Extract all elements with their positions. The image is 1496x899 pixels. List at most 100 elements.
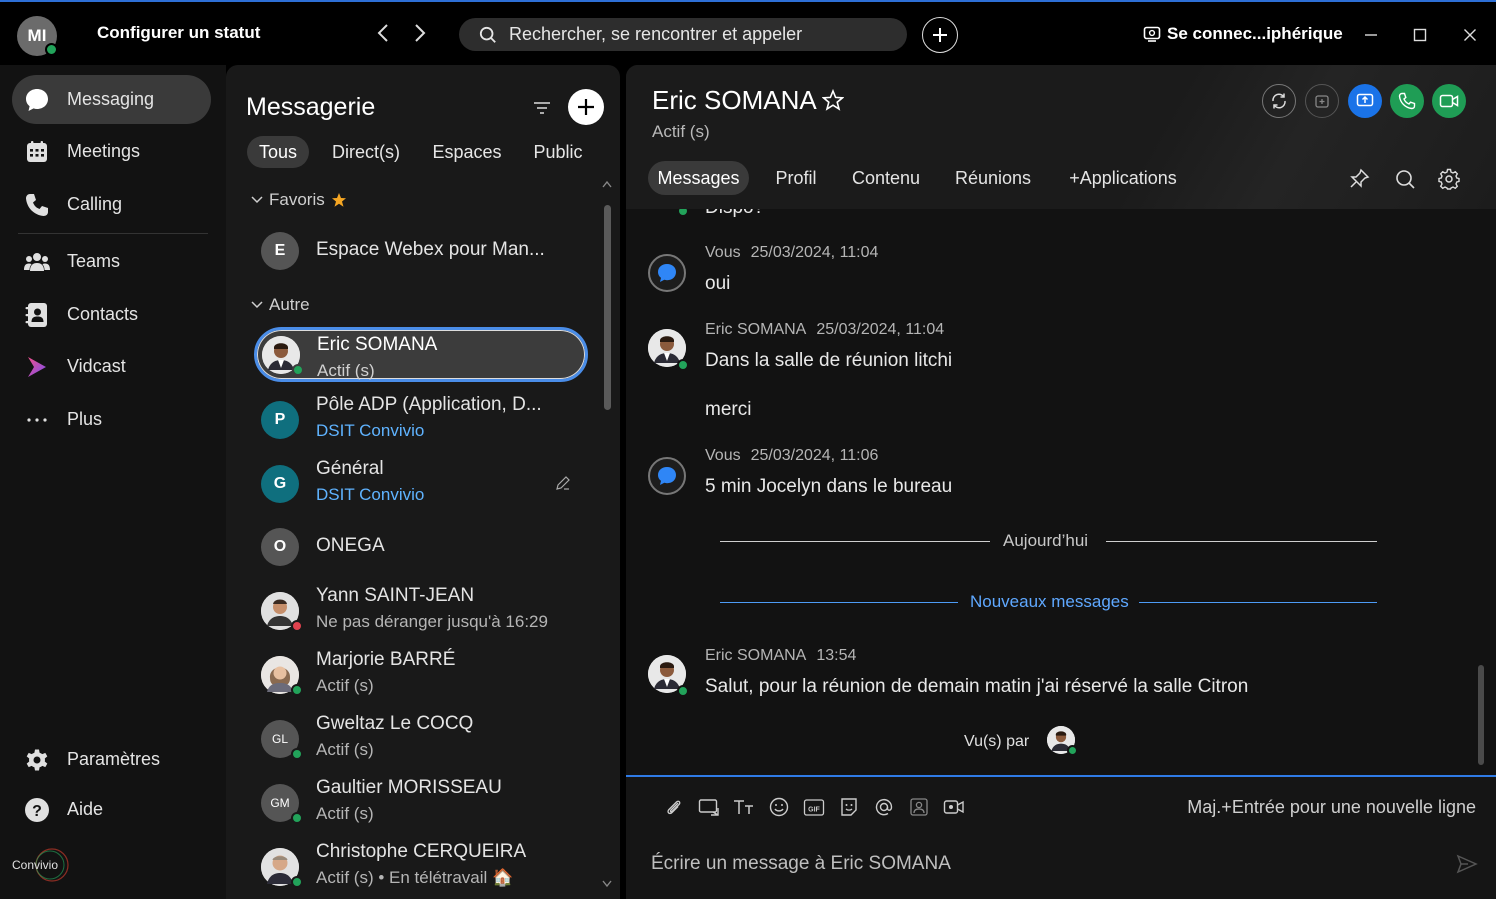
- sticker-button[interactable]: [837, 795, 861, 819]
- new-conversation-button[interactable]: [568, 89, 604, 125]
- message-text[interactable]: Salut, pour la réunion de demain matin j…: [705, 676, 1248, 698]
- set-status-link[interactable]: Configurer un statut: [97, 23, 260, 43]
- list-item[interactable]: O ONEGA: [253, 518, 589, 576]
- list-item[interactable]: P Pôle ADP (Application, D... DSIT Convi…: [253, 391, 589, 449]
- tab-messages[interactable]: Messages: [648, 161, 749, 195]
- back-button[interactable]: [371, 20, 395, 46]
- message-text[interactable]: merci: [705, 399, 751, 421]
- item-name: Marjorie BARRÉ: [316, 649, 456, 670]
- filter-tab-all[interactable]: Tous: [247, 136, 309, 168]
- filter-tab-spaces[interactable]: Espaces: [427, 136, 507, 168]
- list-item[interactable]: GM Gaultier MORISSEAU Actif (s): [253, 774, 589, 832]
- nav-messaging[interactable]: Messaging: [12, 75, 211, 124]
- list-item[interactable]: Marjorie BARRÉ Actif (s): [253, 646, 589, 704]
- nav-label: Aide: [67, 799, 104, 819]
- composer-hint: Maj.+Entrée pour une nouvelle ligne: [1187, 797, 1476, 817]
- list-item-selected[interactable]: Eric SOMANA Actif (s): [254, 327, 588, 382]
- section-favorites[interactable]: Favoris: [251, 190, 347, 210]
- user-avatar[interactable]: MI: [17, 16, 58, 56]
- presence-dot: [1067, 745, 1078, 756]
- presence-dot: [677, 359, 689, 371]
- message-input[interactable]: Écrire un message à Eric SOMANA: [651, 853, 951, 875]
- filter-tab-public[interactable]: Public: [525, 136, 591, 168]
- add-button[interactable]: [922, 17, 958, 53]
- star-icon: [331, 193, 346, 207]
- tab-content[interactable]: Contenu: [844, 161, 928, 195]
- nav-meetings[interactable]: Meetings: [12, 127, 211, 176]
- search-icon[interactable]: [1394, 168, 1416, 190]
- share-screen-icon: [1356, 93, 1374, 107]
- filter-icon[interactable]: [532, 99, 552, 117]
- message-text[interactable]: Dans la salle de réunion litchi: [705, 350, 952, 372]
- favorite-star-icon[interactable]: [822, 89, 844, 111]
- presence-dot: [291, 684, 303, 696]
- pinned-icon[interactable]: [1348, 168, 1370, 190]
- minimize-button[interactable]: [1356, 20, 1386, 50]
- plus-icon: [933, 28, 947, 42]
- forward-button[interactable]: [408, 20, 432, 46]
- item-status: Ne pas déranger jusqu'à 16:29: [316, 612, 548, 631]
- nav-settings[interactable]: Paramètres: [12, 735, 211, 784]
- attach-file-button[interactable]: [662, 795, 686, 819]
- emoji-button[interactable]: [767, 795, 791, 819]
- panel-title: Messagerie: [246, 93, 376, 121]
- gear-icon[interactable]: [1438, 168, 1460, 190]
- send-icon[interactable]: [1456, 853, 1478, 875]
- text-format-button[interactable]: [732, 795, 756, 819]
- plus-icon: [578, 99, 594, 115]
- schedule-meeting-button[interactable]: [1305, 84, 1339, 118]
- text-format-icon: [734, 800, 753, 814]
- close-button[interactable]: [1455, 20, 1485, 50]
- read-receipt-avatar[interactable]: [1047, 726, 1078, 756]
- contact-card-button[interactable]: [907, 795, 931, 819]
- nav-help[interactable]: ? Aide: [12, 785, 211, 834]
- contact-avatar: [261, 656, 303, 696]
- filter-tab-direct[interactable]: Direct(s): [326, 136, 406, 168]
- avatar-initial: P: [274, 411, 286, 428]
- list-item[interactable]: E Espace Webex pour Man...: [253, 222, 589, 280]
- gear-icon: [24, 747, 50, 773]
- video-message-button[interactable]: [942, 795, 966, 819]
- search-input[interactable]: Rechercher, se rencontrer et appeler: [459, 18, 907, 51]
- start-space-button[interactable]: [1262, 84, 1296, 118]
- list-item[interactable]: GL Gweltaz Le COCQ Actif (s): [253, 710, 589, 768]
- phone-icon: [24, 192, 50, 218]
- message-author: Eric SOMANA: [705, 647, 807, 664]
- nav-teams[interactable]: Teams: [12, 237, 211, 286]
- list-item[interactable]: G Général DSIT Convivio: [253, 455, 589, 513]
- chat-scrollbar-thumb[interactable]: [1478, 665, 1484, 765]
- space-avatar: O: [261, 528, 299, 566]
- item-status: Actif (s) • En télétravail 🏠: [316, 868, 514, 887]
- audio-call-button[interactable]: [1390, 84, 1424, 118]
- list-item[interactable]: Christophe CERQUEIRA Actif (s) • En télé…: [253, 838, 589, 896]
- device-connect-button[interactable]: Se connec...iphérique: [1143, 24, 1343, 44]
- message-text[interactable]: oui: [705, 273, 730, 295]
- maximize-button[interactable]: [1405, 20, 1435, 50]
- chat-bubble-icon: [658, 264, 676, 282]
- list-item[interactable]: Yann SAINT-JEAN Ne pas déranger jusqu'à …: [253, 582, 589, 640]
- section-other[interactable]: Autre: [251, 295, 310, 315]
- video-call-button[interactable]: [1432, 84, 1466, 118]
- share-screen-button[interactable]: [1348, 84, 1382, 118]
- nav-contacts[interactable]: Contacts: [12, 290, 211, 339]
- list-scrollbar[interactable]: [601, 180, 613, 895]
- tab-profile[interactable]: Profil: [766, 161, 826, 195]
- presence-dot: [45, 43, 58, 56]
- tab-meetings[interactable]: Réunions: [948, 161, 1038, 195]
- gif-button[interactable]: GIF: [802, 795, 826, 819]
- avatar-initial: O: [273, 538, 287, 555]
- nav-vidcast[interactable]: Vidcast: [12, 342, 211, 391]
- nav-more[interactable]: Plus: [12, 395, 211, 444]
- message-text[interactable]: 5 min Jocelyn dans le bureau: [705, 476, 952, 498]
- tab-applications[interactable]: +Applications: [1060, 161, 1186, 195]
- nav-calling[interactable]: Calling: [12, 180, 211, 229]
- mention-button[interactable]: [872, 795, 896, 819]
- scrollbar-thumb[interactable]: [604, 205, 611, 410]
- item-status: Actif (s): [316, 804, 374, 823]
- draft-pencil-icon: [556, 476, 570, 490]
- chat-contact-status: Actif (s): [652, 122, 710, 141]
- contact-avatar: GL: [261, 720, 303, 760]
- scroll-down-icon: [602, 880, 612, 888]
- space-avatar: E: [261, 232, 299, 270]
- screen-capture-button[interactable]: [697, 795, 721, 819]
